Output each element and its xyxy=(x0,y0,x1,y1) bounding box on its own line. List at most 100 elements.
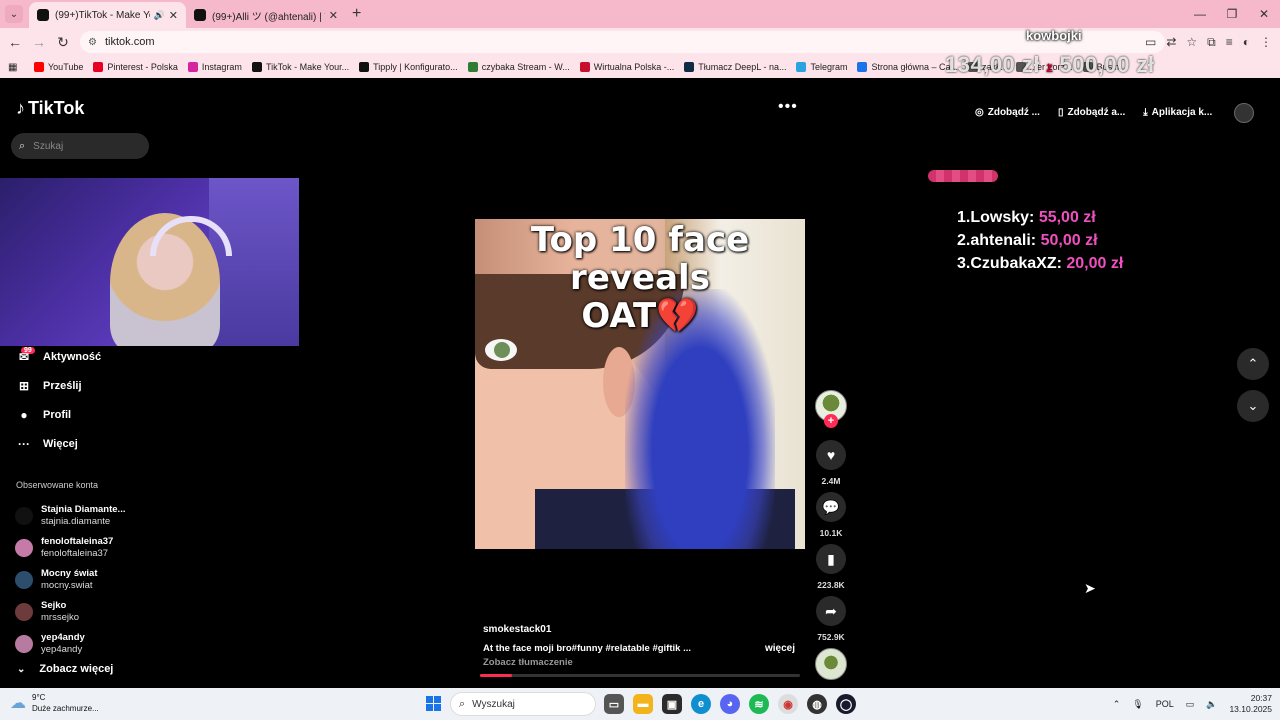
followed-account[interactable]: Stajnia Diamante... stajnia.diamante xyxy=(15,504,125,528)
weather-widget[interactable]: ☁ 9°C Duże zachmurze... xyxy=(10,692,99,714)
task-view-icon[interactable]: ▭ xyxy=(604,694,624,714)
upload-icon: ⊞ xyxy=(18,379,30,393)
media-icon[interactable]: ≡ xyxy=(1226,35,1233,49)
back-icon[interactable]: ← xyxy=(3,34,27,50)
search-input[interactable]: ⌕ Szukaj xyxy=(11,133,149,159)
like-count: 2.4M xyxy=(821,476,841,486)
bookmark-item[interactable]: Instagram xyxy=(187,62,242,72)
user-avatar[interactable] xyxy=(1234,103,1254,123)
discord-icon[interactable]: ◕ xyxy=(720,694,740,714)
like-button[interactable]: ♥ xyxy=(816,440,846,470)
file-explorer-icon[interactable]: ▬ xyxy=(633,694,653,714)
profile-icon: ● xyxy=(20,408,28,422)
followed-account[interactable]: Sejko mrssejko xyxy=(15,600,79,624)
app-icon[interactable]: ◯ xyxy=(836,694,856,714)
obs-icon[interactable]: ◍ xyxy=(807,694,827,714)
desktop-app-link[interactable]: ⤓ Aplikacja k... xyxy=(1143,107,1212,118)
bookmark-item[interactable]: Pinterest - Polska xyxy=(93,62,178,72)
restore-icon[interactable]: ❐ xyxy=(1216,0,1248,28)
tiktok-logo[interactable]: ♪ TikTok xyxy=(16,98,84,119)
tray-chevron-icon[interactable]: ⌃ xyxy=(1113,699,1121,710)
bookmark-item[interactable]: Tłumacz DeepL - na... xyxy=(684,62,786,72)
followed-account[interactable]: yep4andy yep4andy xyxy=(15,632,85,656)
followed-account[interactable]: fenoloftaleina37 fenoloftaleina37 xyxy=(15,536,113,560)
clock[interactable]: 20:37 13.10.2025 xyxy=(1229,693,1272,715)
bookmark-item[interactable]: Wirtualna Polska -... xyxy=(579,62,674,72)
reload-icon[interactable]: ↻ xyxy=(51,34,75,51)
bookmark-item[interactable]: Tipply | Konfigurato... xyxy=(359,62,458,72)
kebab-menu-icon[interactable]: ⋮ xyxy=(1260,35,1272,49)
site-info-icon[interactable]: ⚙ xyxy=(88,37,97,48)
close-window-icon[interactable]: ✕ xyxy=(1248,0,1280,28)
store-icon[interactable]: ▣ xyxy=(662,694,682,714)
url-text: tiktok.com xyxy=(104,36,155,48)
sound-disc-avatar[interactable] xyxy=(815,648,847,680)
bookmark-favicon-icon xyxy=(359,62,370,72)
bookmark-item[interactable]: Telegram xyxy=(796,62,847,72)
bookmark-favicon-icon xyxy=(857,62,868,72)
get-app-link[interactable]: ▯ Zdobądź a... xyxy=(1058,107,1125,118)
bookmark-item[interactable]: YouTube xyxy=(34,62,83,72)
cast-icon[interactable]: ▭ xyxy=(1145,35,1156,49)
address-bar[interactable]: ⚙ tiktok.com xyxy=(80,31,1165,53)
bookmark-item[interactable]: Strona główna – Ca... xyxy=(857,62,958,72)
close-tab-icon[interactable]: ✕ xyxy=(169,9,178,22)
follow-plus-icon[interactable]: + xyxy=(824,414,838,428)
new-tab-button[interactable]: + xyxy=(352,5,361,23)
nav-activity[interactable]: ✉ Aktywność xyxy=(16,350,101,364)
nav-profile[interactable]: ● Profil xyxy=(16,408,71,422)
bookmark-item[interactable]: czybaka Stream - W... xyxy=(467,62,570,72)
profile-avatar-icon[interactable]: ◐ xyxy=(1243,35,1250,49)
tab-search-button[interactable]: ⌄ xyxy=(5,5,23,23)
save-button[interactable]: ▮ xyxy=(816,544,846,574)
bookmark-star-icon[interactable]: ☆ xyxy=(1186,35,1197,49)
edge-icon[interactable]: e xyxy=(691,694,711,714)
minimize-icon[interactable]: — xyxy=(1184,0,1216,28)
close-tab-icon[interactable]: ✕ xyxy=(329,9,338,22)
extensions-icon[interactable]: ⧉ xyxy=(1207,35,1216,50)
bookmark-item[interactable]: TikTok - Make Your... xyxy=(251,62,349,72)
account-name: Mocny świat xyxy=(41,568,98,579)
video-options-icon[interactable]: ••• xyxy=(778,98,798,116)
bookmark-icon: ▮ xyxy=(827,550,835,567)
forward-icon[interactable]: → xyxy=(27,34,51,50)
see-more-button[interactable]: ⌄ Zobacz więcej xyxy=(17,663,113,675)
donation-goal-name: kowbojki xyxy=(1026,28,1082,43)
donation-goal-amount: 134,00 zł z 500,00 zł xyxy=(945,52,1155,78)
get-coins-link[interactable]: ◎ Zdobądź ... xyxy=(975,107,1040,118)
network-icon[interactable]: ▭ xyxy=(1186,699,1195,710)
comment-button[interactable]: 💬 xyxy=(816,492,846,522)
goal-current: 134,00 zł xyxy=(945,52,1041,77)
video-author[interactable]: smokestack01 xyxy=(483,624,798,635)
followed-account[interactable]: Mocny świat mocny.swiat xyxy=(15,568,98,592)
more-link[interactable]: więcej xyxy=(765,643,795,654)
previous-video-button[interactable]: ⌃ xyxy=(1237,348,1269,380)
tab-tiktok-profile[interactable]: (99+)Alli ツ (@ahtenali) | TikTok ✕ xyxy=(186,2,346,28)
next-video-button[interactable]: ⌄ xyxy=(1237,390,1269,422)
video-progress-bar[interactable] xyxy=(480,674,800,677)
microphone-icon[interactable]: 🎙 xyxy=(1132,699,1143,710)
volume-icon[interactable]: 🔈 xyxy=(1206,699,1217,710)
download-icon: ⤓ xyxy=(1143,106,1148,118)
apps-grid-icon[interactable]: ▦ xyxy=(8,62,20,73)
bookmark-label: YouTube xyxy=(48,62,84,72)
translate-icon[interactable]: ⇄ xyxy=(1166,35,1176,49)
leader-amount: 55,00 zł xyxy=(1038,209,1096,226)
speaker-icon[interactable]: 🔊 xyxy=(154,10,165,21)
tab-tiktok-home[interactable]: (99+)TikTok - Make Your Da 🔊 ✕ xyxy=(29,2,186,28)
nav-more[interactable]: ··· Więcej xyxy=(16,437,78,451)
language-indicator[interactable]: POL xyxy=(1156,699,1174,709)
goal-separator: z xyxy=(1046,59,1054,75)
translate-link[interactable]: Zobacz tłumaczenie xyxy=(483,657,798,668)
taskbar-search[interactable]: ⌕ Wyszukaj xyxy=(450,692,596,716)
nav-upload[interactable]: ⊞ Prześlij xyxy=(16,379,82,393)
spotify-icon[interactable]: ≋ xyxy=(749,694,769,714)
broken-heart-emoji: 💔 xyxy=(656,296,699,336)
tab-title: (99+)Alli ツ (@ahtenali) | TikTok xyxy=(212,11,325,23)
share-button[interactable]: ➦ xyxy=(816,596,846,626)
bookmark-favicon-icon xyxy=(251,62,262,72)
start-button[interactable] xyxy=(426,696,441,711)
chrome-icon[interactable]: ◉ xyxy=(778,694,798,714)
video-player[interactable]: Top 10 face reveals OAT💔 xyxy=(475,219,805,549)
share-count: 752.9K xyxy=(817,632,845,642)
